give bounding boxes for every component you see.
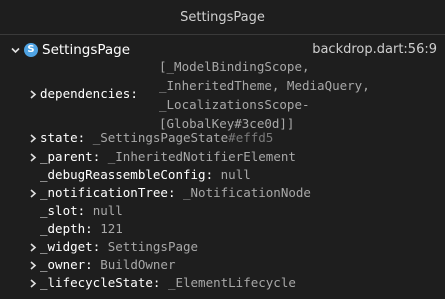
property-separator: : <box>85 221 93 236</box>
property-row-parent[interactable]: _parent: _InheritedNotifierElement <box>0 148 445 166</box>
property-key: dependencies <box>40 86 131 101</box>
property-value: 121 <box>100 221 123 236</box>
property-key: _owner <box>40 257 86 272</box>
property-row-dependencies[interactable]: dependencies: <box>0 85 445 103</box>
chevron-right-icon[interactable] <box>28 184 38 202</box>
property-separator: : <box>130 86 138 101</box>
stateful-widget-icon: S <box>24 43 38 57</box>
property-row-slot: _slot: null <box>0 202 445 220</box>
property-separator: : <box>167 185 176 200</box>
property-row-owner[interactable]: _owner: BuildOwner <box>0 256 445 274</box>
property-key: _lifecycleState <box>40 275 153 290</box>
property-value: BuildOwner <box>100 257 176 272</box>
property-row-depth: _depth: 121 <box>0 220 445 238</box>
property-value: _InheritedNotifierElement <box>107 149 296 164</box>
property-value: SettingsPage <box>107 239 199 254</box>
property-row-notification-tree[interactable]: _notificationTree: _NotificationNode <box>0 184 445 202</box>
property-key: _notificationTree <box>40 185 168 200</box>
property-row-lifecycle-state[interactable]: _lifecycleState: _ElementLifecycle <box>0 274 445 292</box>
property-value: _ElementLifecycle <box>167 275 296 290</box>
property-value: null <box>220 167 251 182</box>
inspector-panel: SettingsPage S SettingsPage backdrop.dar… <box>0 0 445 299</box>
property-value: _NotificationNode <box>183 185 311 200</box>
property-separator: : <box>77 203 86 218</box>
chevron-right-icon[interactable] <box>28 148 38 166</box>
property-separator: : <box>92 149 101 164</box>
chevron-right-icon[interactable] <box>28 256 38 274</box>
property-value: _SettingsPageState <box>92 130 229 145</box>
property-key: _widget <box>40 239 93 254</box>
chevron-right-icon[interactable] <box>28 238 38 256</box>
property-key: _debugReassembleConfig <box>40 167 206 182</box>
dependencies-line: [_ModelBindingScope, <box>159 59 310 74</box>
property-separator: : <box>205 167 214 182</box>
property-key: _slot <box>40 203 78 218</box>
property-separator: : <box>85 257 93 272</box>
chevron-right-icon[interactable] <box>28 85 38 103</box>
chevron-right-icon[interactable] <box>28 129 38 147</box>
property-separator: : <box>92 239 101 254</box>
root-node-label: SettingsPage <box>42 42 131 58</box>
property-key: _parent <box>40 149 93 164</box>
chevron-right-icon[interactable] <box>28 274 38 292</box>
panel-title: SettingsPage <box>0 0 445 35</box>
property-value: null <box>92 203 123 218</box>
object-hash: #effd5 <box>228 130 274 145</box>
property-separator: : <box>152 275 161 290</box>
property-row-state[interactable]: state: _SettingsPageState#effd5 <box>0 129 445 147</box>
property-key: state <box>40 130 78 145</box>
property-row-widget[interactable]: _widget: SettingsPage <box>0 238 445 256</box>
property-separator: : <box>77 130 86 145</box>
property-key: _depth <box>40 221 86 236</box>
property-row-debug-reassemble-config: _debugReassembleConfig: null <box>0 166 445 184</box>
chevron-down-icon[interactable] <box>10 41 20 59</box>
